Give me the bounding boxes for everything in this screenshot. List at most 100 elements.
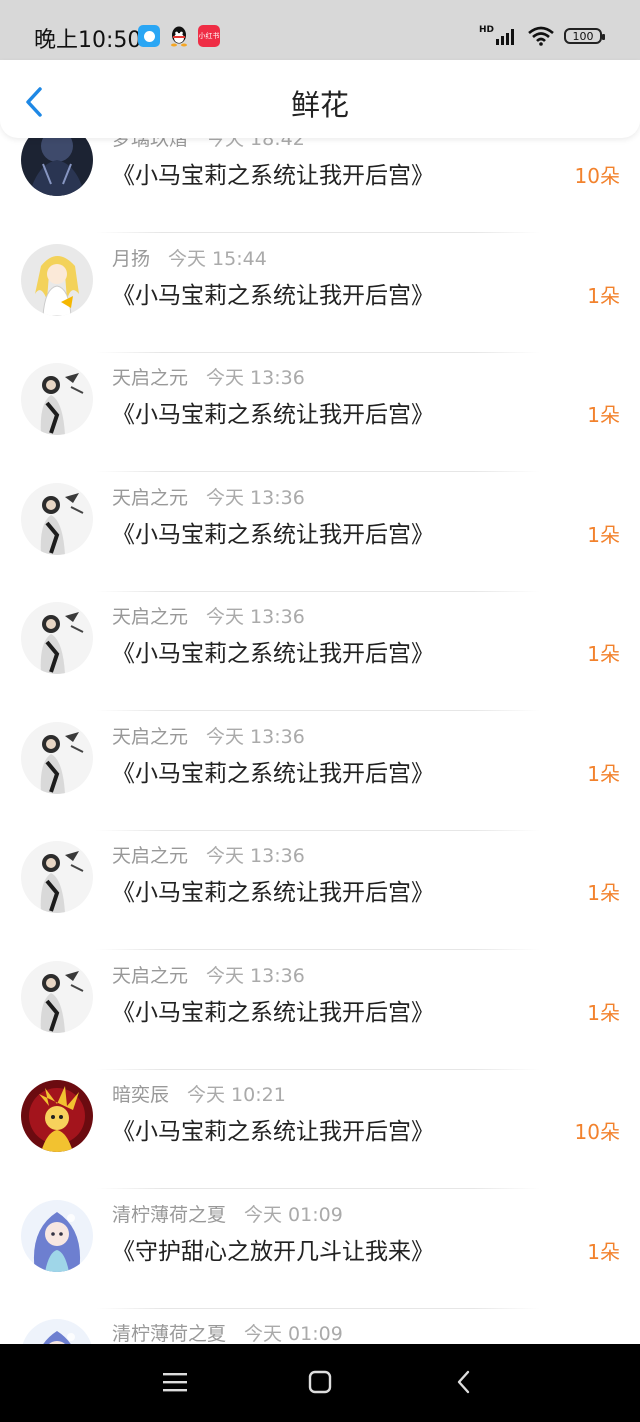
book-title[interactable]: 《小马宝莉之系统让我开后宫》 bbox=[112, 276, 434, 310]
timestamp: 今天 13:36 bbox=[206, 367, 305, 389]
user-name: 天启之元 今天 13:36 bbox=[112, 602, 305, 629]
user-name-text: 天启之元 bbox=[112, 964, 189, 987]
avatar[interactable] bbox=[21, 1199, 93, 1272]
header: 鲜花 bbox=[0, 60, 640, 138]
user-name-text: 暗奕辰 bbox=[112, 1084, 170, 1106]
book-title[interactable]: 《小马宝莉之系统让我开后宫》 bbox=[112, 156, 434, 190]
divider bbox=[96, 351, 540, 353]
user-name-text: 清柠薄荷之夏 bbox=[112, 1323, 227, 1344]
list-item[interactable]: 天启之元 今天 13:36 《小马宝莉之系统让我开后宫》 1朵 bbox=[0, 957, 640, 1077]
user-name: 天启之元 今天 13:36 bbox=[112, 841, 305, 868]
flower-list: 梦璃玖熠 今天 18:42 《小马宝莉之系统让我开后宫》 10朵 月扬 今天 15:44 《… bbox=[0, 138, 640, 1344]
book-title[interactable]: 《小马宝莉之系统让我开后宫》 bbox=[112, 395, 434, 429]
avatar[interactable] bbox=[21, 960, 93, 1033]
menu-icon bbox=[163, 1373, 187, 1392]
divider bbox=[96, 829, 540, 831]
user-name: 天启之元 今天 13:36 bbox=[112, 483, 305, 510]
signal-icon bbox=[496, 29, 514, 45]
navigation-bar bbox=[0, 1344, 640, 1422]
flower-count: 1朵 bbox=[587, 881, 620, 905]
message-icon bbox=[138, 25, 160, 47]
book-title[interactable]: 《守护甜心之放开几斗让我来》 bbox=[112, 1232, 434, 1266]
avatar[interactable] bbox=[21, 721, 93, 794]
avatar[interactable] bbox=[21, 841, 93, 913]
book-title[interactable]: 《小马宝莉之系统让我开后宫》 bbox=[112, 1112, 434, 1146]
user-name-text: 月扬 bbox=[112, 247, 151, 270]
timestamp: 今天 18:42 bbox=[206, 138, 305, 150]
avatar[interactable] bbox=[21, 482, 93, 555]
book-title[interactable]: 《小马宝莉之系统让我开后宫》 bbox=[112, 993, 434, 1027]
menu-button[interactable] bbox=[155, 1368, 195, 1398]
user-name-text: 梦璃玖熠 bbox=[112, 138, 189, 150]
timestamp: 今天 13:36 bbox=[206, 964, 305, 987]
divider bbox=[96, 590, 540, 592]
book-title[interactable]: 《小马宝莉之系统让我开后宫》 bbox=[112, 634, 434, 668]
user-name: 清柠薄荷之夏 今天 01:09 bbox=[112, 1200, 343, 1227]
status-bar: 晚上10:50 小红书 HD 100 bbox=[0, 0, 640, 60]
avatar[interactable] bbox=[21, 138, 93, 196]
list-item[interactable]: 清柠薄荷之夏 今天 01:09 bbox=[0, 1315, 640, 1344]
xiaohongshu-icon: 小红书 bbox=[198, 25, 220, 47]
flower-count: 1朵 bbox=[587, 642, 620, 666]
list-item[interactable]: 天启之元 今天 13:36 《小马宝莉之系统让我开后宫》 1朵 bbox=[0, 479, 640, 599]
timestamp: 今天 13:36 bbox=[206, 725, 305, 748]
timestamp: 今天 01:09 bbox=[244, 1203, 343, 1226]
user-name-text: 天启之元 bbox=[112, 725, 189, 748]
flower-count: 1朵 bbox=[587, 522, 620, 547]
book-title[interactable]: 《小马宝莉之系统让我开后宫》 bbox=[112, 873, 434, 907]
timestamp: 今天 13:36 bbox=[206, 845, 305, 867]
user-name-text: 天启之元 bbox=[112, 845, 189, 867]
avatar[interactable] bbox=[21, 243, 93, 316]
avatar[interactable] bbox=[21, 1080, 93, 1152]
timestamp: 今天 13:36 bbox=[206, 606, 305, 628]
divider bbox=[96, 232, 540, 233]
nav-back-button[interactable] bbox=[445, 1368, 485, 1398]
wifi-icon bbox=[528, 26, 554, 46]
battery-icon: 100 bbox=[564, 28, 605, 44]
user-name-text: 清柠薄荷之夏 bbox=[112, 1203, 227, 1226]
user-name: 天启之元 今天 13:36 bbox=[112, 961, 305, 988]
user-name: 天启之元 今天 13:36 bbox=[112, 722, 305, 749]
list-item[interactable]: 天启之元 今天 13:36 《小马宝莉之系统让我开后宫》 1朵 bbox=[0, 359, 640, 479]
avatar[interactable] bbox=[21, 1319, 93, 1344]
back-icon bbox=[457, 1370, 470, 1394]
flower-count: 1朵 bbox=[587, 1000, 620, 1025]
flower-count: 10朵 bbox=[574, 1120, 620, 1144]
list-item[interactable]: 清柠薄荷之夏 今天 01:09 《守护甜心之放开几斗让我来》 1朵 bbox=[0, 1196, 640, 1316]
user-name-text: 天启之元 bbox=[112, 486, 189, 509]
book-title[interactable]: 《小马宝莉之系统让我开后宫》 bbox=[112, 754, 434, 788]
user-name: 清柠薄荷之夏 今天 01:09 bbox=[112, 1319, 343, 1344]
timestamp: 今天 15:44 bbox=[168, 247, 267, 270]
divider bbox=[96, 710, 540, 711]
flower-count: 1朵 bbox=[587, 403, 620, 427]
list-item[interactable]: 天启之元 今天 13:36 《小马宝莉之系统让我开后宫》 1朵 bbox=[0, 718, 640, 838]
divider bbox=[96, 1307, 540, 1309]
list-item[interactable]: 梦璃玖熠 今天 18:42 《小马宝莉之系统让我开后宫》 10朵 bbox=[0, 138, 640, 240]
divider bbox=[96, 1068, 540, 1070]
qq-icon bbox=[168, 25, 190, 47]
user-name-text: 天启之元 bbox=[112, 367, 189, 389]
book-title[interactable]: 《小马宝莉之系统让我开后宫》 bbox=[112, 515, 434, 549]
home-button[interactable] bbox=[300, 1368, 340, 1398]
page-title: 鲜花 bbox=[290, 88, 349, 122]
divider bbox=[96, 1188, 540, 1189]
timestamp: 今天 10:21 bbox=[187, 1084, 286, 1106]
hd-indicator: HD bbox=[478, 24, 494, 35]
list-item[interactable]: 天启之元 今天 13:36 《小马宝莉之系统让我开后宫》 1朵 bbox=[0, 837, 640, 957]
flower-count: 1朵 bbox=[587, 283, 620, 308]
flower-count: 10朵 bbox=[574, 164, 620, 188]
divider bbox=[96, 471, 540, 472]
divider bbox=[96, 949, 540, 950]
timestamp: 今天 01:09 bbox=[244, 1323, 343, 1344]
home-icon bbox=[308, 1370, 332, 1394]
flower-count: 1朵 bbox=[587, 1239, 620, 1264]
list-item[interactable]: 暗奕辰 今天 10:21 《小马宝莉之系统让我开后宫》 10朵 bbox=[0, 1076, 640, 1196]
user-name: 月扬 今天 15:44 bbox=[112, 244, 267, 271]
flower-count: 1朵 bbox=[587, 761, 620, 786]
list-item[interactable]: 天启之元 今天 13:36 《小马宝莉之系统让我开后宫》 1朵 bbox=[0, 598, 640, 718]
avatar[interactable] bbox=[21, 363, 93, 435]
list-item[interactable]: 月扬 今天 15:44 《小马宝莉之系统让我开后宫》 1朵 bbox=[0, 240, 640, 360]
user-name: 天启之元 今天 13:36 bbox=[112, 363, 305, 390]
user-name: 暗奕辰 今天 10:21 bbox=[112, 1080, 286, 1107]
avatar[interactable] bbox=[21, 602, 93, 674]
